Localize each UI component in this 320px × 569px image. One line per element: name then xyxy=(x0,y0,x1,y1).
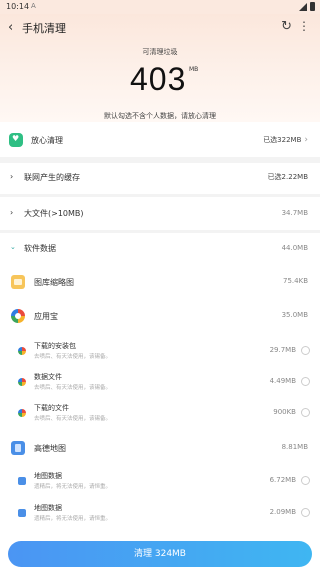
app-bar: ‹ 手机清理 ↻ ⋮ xyxy=(0,14,320,40)
yingyongbao-icon xyxy=(18,347,26,355)
map-icon xyxy=(18,477,26,485)
app-row-gaode-map[interactable]: 高德地图 8.81MB xyxy=(0,437,320,461)
map-icon xyxy=(18,509,26,517)
item-desc: 去喷后、有天法使用，该锡备。 xyxy=(34,354,112,360)
item-label: 数据文件 xyxy=(34,373,62,381)
notification-icon: A xyxy=(31,2,36,10)
category-label: 软件数据 xyxy=(24,244,56,253)
item-label: 下载的文件 xyxy=(34,404,69,412)
chevron-down-icon: ⌄ xyxy=(10,243,16,251)
summary-header: ‹ 手机清理 ↻ ⋮ 可清理垃圾 403 MB 默认勾选不含个人数据，请放心清理 xyxy=(0,14,320,122)
map-icon xyxy=(11,441,25,455)
category-label: 大文件(>10MB) xyxy=(24,209,84,218)
category-meta: 44.0MB xyxy=(281,244,308,252)
item-size: 900KB xyxy=(273,408,296,416)
item-label: 地图数据 xyxy=(34,504,62,512)
status-icons xyxy=(299,2,315,11)
app-size: 75.4KB xyxy=(283,277,308,285)
app-name: 高德地图 xyxy=(34,444,66,453)
page-title: 手机清理 xyxy=(22,22,66,35)
gallery-icon xyxy=(11,275,25,289)
clean-button[interactable]: 清理 324MB xyxy=(8,541,312,567)
item-desc: 遗精后，将无法使用，请恒重。 xyxy=(34,516,112,522)
status-time: 10:14 xyxy=(6,2,30,11)
section-divider xyxy=(0,157,320,163)
item-label: 下载的安装包 xyxy=(34,342,76,350)
item-size: 6.72MB xyxy=(269,476,296,484)
app-row-yingyongbao[interactable]: 应用宝 35.0MB xyxy=(0,304,320,328)
category-label: 放心清理 xyxy=(31,136,63,145)
more-vertical-icon[interactable]: ⋮ xyxy=(298,19,310,33)
chevron-right-icon: › xyxy=(10,172,14,181)
junk-size-value: 403 xyxy=(130,61,187,97)
app-name: 图库缩略图 xyxy=(34,278,74,287)
item-desc: 遗精后，将无法使用，请恒重。 xyxy=(34,484,112,490)
category-network-cache[interactable]: › 联网产生的缓存 已选2.22MB xyxy=(0,166,320,188)
yingyongbao-icon xyxy=(18,409,26,417)
category-safe-clean[interactable]: 放心清理 已选322MB› xyxy=(0,125,320,155)
item-desc: 去喷后、有天法使用，该锡备。 xyxy=(34,416,112,422)
chevron-right-icon: › xyxy=(10,208,14,217)
list-item[interactable]: 地图数据 遗精后，将无法使用，请恒重。 6.72MB xyxy=(0,468,320,496)
chevron-right-icon: › xyxy=(304,135,308,145)
shield-icon xyxy=(9,133,23,147)
junk-size-unit: MB xyxy=(189,66,199,73)
item-size: 4.49MB xyxy=(269,377,296,385)
app-name: 应用宝 xyxy=(34,312,58,321)
item-label: 地图数据 xyxy=(34,472,62,480)
select-checkbox[interactable] xyxy=(301,476,310,485)
category-meta: 34.7MB xyxy=(281,209,308,217)
category-label: 联网产生的缓存 xyxy=(24,173,80,182)
category-app-data[interactable]: ⌄ 软件数据 44.0MB xyxy=(0,238,320,260)
item-desc: 去喷后、有天法使用，该锡备。 xyxy=(34,385,112,391)
app-row-gallery[interactable]: 图库缩略图 75.4KB xyxy=(0,270,320,294)
section-divider xyxy=(0,230,320,233)
refresh-icon[interactable]: ↻ xyxy=(281,19,292,34)
category-large-files[interactable]: › 大文件(>10MB) 34.7MB xyxy=(0,203,320,225)
category-meta: 已选322MB › xyxy=(263,135,308,145)
select-checkbox[interactable] xyxy=(301,408,310,417)
list-item[interactable]: 下载的文件 去喷后、有天法使用，该锡备。 900KB xyxy=(0,400,320,428)
list-item[interactable]: 地图数据 遗精后，将无法使用，请恒重。 2.09MB xyxy=(0,500,320,528)
list-item[interactable]: 数据文件 去喷后、有天法使用，该锡备。 4.49MB xyxy=(0,369,320,397)
category-meta: 已选2.22MB xyxy=(267,173,308,181)
app-size: 35.0MB xyxy=(281,311,308,319)
select-checkbox[interactable] xyxy=(301,377,310,386)
section-divider xyxy=(0,194,320,197)
app-size: 8.81MB xyxy=(281,443,308,451)
item-size: 29.7MB xyxy=(269,346,296,354)
select-checkbox[interactable] xyxy=(301,508,310,517)
select-checkbox[interactable] xyxy=(301,346,310,355)
back-arrow-icon[interactable]: ‹ xyxy=(8,20,13,35)
item-size: 2.09MB xyxy=(269,508,296,516)
status-bar: 10:14 A xyxy=(0,0,320,14)
battery-icon xyxy=(310,2,315,11)
yingyongbao-icon xyxy=(18,378,26,386)
safety-note: 默认勾选不含个人数据，请放心清理 xyxy=(104,112,216,120)
list-item[interactable]: 下载的安装包 去喷后、有天法使用，该锡备。 29.7MB xyxy=(0,338,320,366)
yingyongbao-icon xyxy=(11,309,25,323)
signal-icon xyxy=(299,2,307,11)
junk-label: 可清理垃圾 xyxy=(142,48,178,56)
